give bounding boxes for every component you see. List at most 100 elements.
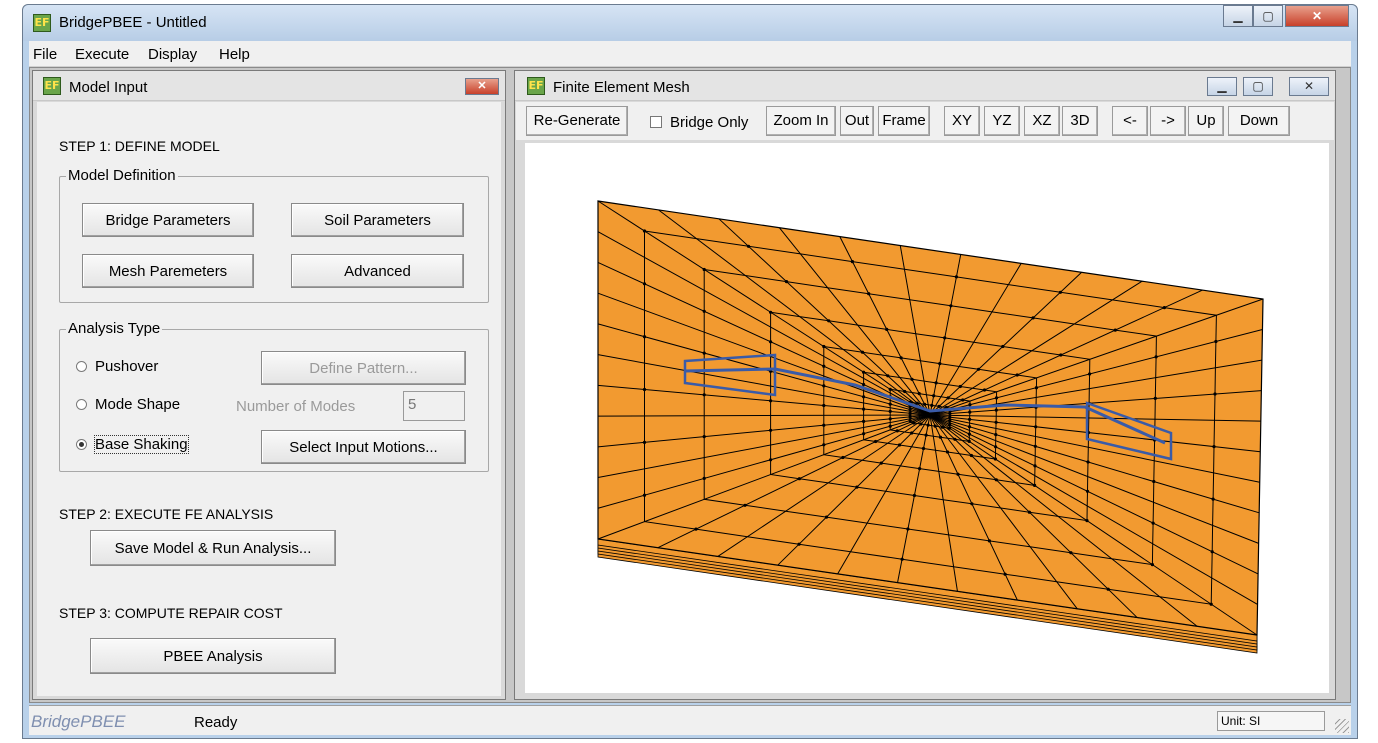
frame-button[interactable]: Frame	[878, 106, 930, 136]
menu-file[interactable]: File	[33, 46, 57, 63]
mesh-node	[930, 403, 934, 407]
radio-checked-icon	[76, 439, 87, 450]
pan-right-button[interactable]: ->	[1150, 106, 1186, 136]
base-shaking-radio[interactable]: Base Shaking	[76, 435, 189, 454]
mesh-node	[1034, 386, 1038, 390]
mesh-node	[967, 432, 971, 436]
number-of-modes-label: Number of Modes	[236, 398, 356, 415]
mesh-node	[968, 417, 972, 421]
mesh-node	[862, 432, 866, 436]
close-button[interactable]: ✕	[1285, 5, 1349, 27]
mesh-node	[642, 440, 647, 444]
model-input-title: Model Input	[69, 79, 148, 96]
mesh-node	[948, 415, 952, 419]
mesh-node	[862, 382, 866, 387]
radio-icon	[76, 361, 87, 372]
pbee-analysis-button[interactable]: PBEE Analysis	[90, 638, 336, 674]
select-input-motions-button[interactable]: Select Input Motions...	[261, 430, 466, 464]
mesh-node	[1152, 479, 1156, 484]
mesh-node	[918, 467, 922, 471]
maximize-icon: ▢	[1252, 79, 1264, 93]
mesh-node	[702, 435, 706, 439]
mesh-node	[862, 395, 866, 399]
window-title: BridgePBEE - Untitled	[59, 14, 207, 31]
pan-down-button[interactable]: Down	[1228, 106, 1290, 136]
view-3d-button[interactable]: 3D	[1062, 106, 1098, 136]
pan-up-button[interactable]: Up	[1188, 106, 1224, 136]
mesh-node	[1209, 602, 1213, 606]
mesh-node	[769, 399, 773, 403]
view-yz-button[interactable]: YZ	[984, 106, 1020, 136]
mesh-node	[968, 410, 972, 414]
advanced-button[interactable]: Advanced	[291, 254, 464, 288]
mesh-node	[1106, 587, 1110, 591]
menu-execute[interactable]: Execute	[75, 46, 129, 63]
mesh-node	[938, 435, 943, 439]
mesh-node	[746, 244, 751, 248]
bridge-only-checkbox[interactable]: Bridge Only	[650, 114, 748, 131]
mdi-client-area: EF Model Input ✕ STEP 1: DEFINE MODEL Mo…	[29, 67, 1351, 703]
mesh-node	[1212, 445, 1216, 449]
mesh-node	[915, 401, 919, 405]
mesh-node	[993, 457, 997, 461]
radio-icon	[76, 399, 87, 410]
mesh-close-button[interactable]: ✕	[1289, 77, 1329, 96]
base-shaking-label: Base Shaking	[94, 435, 189, 454]
pushover-radio[interactable]: Pushover	[76, 358, 158, 375]
mesh-canvas[interactable]	[525, 143, 1329, 693]
mode-shape-radio[interactable]: Mode Shape	[76, 396, 180, 413]
mesh-node	[797, 542, 801, 546]
mesh-parameters-button[interactable]: Mesh Paremeters	[82, 254, 254, 288]
view-xy-button[interactable]: XY	[944, 106, 980, 136]
zoom-in-button[interactable]: Zoom In	[766, 106, 836, 136]
mesh-node	[879, 461, 883, 465]
mesh-node	[769, 428, 773, 432]
mesh-node	[1113, 328, 1117, 332]
step1-label: STEP 1: DEFINE MODEL	[59, 138, 220, 154]
panel-close-button[interactable]: ✕	[465, 78, 499, 95]
view-xz-button[interactable]: XZ	[1024, 106, 1060, 136]
mesh-node	[702, 476, 706, 480]
model-definition-legend: Model Definition	[66, 167, 178, 184]
soil-parameters-button[interactable]: Soil Parameters	[291, 203, 464, 237]
minimize-button[interactable]: ▁	[1223, 5, 1253, 27]
resize-grip-icon[interactable]	[1335, 719, 1349, 733]
define-pattern-button[interactable]: Define Pattern...	[261, 351, 466, 385]
menu-help[interactable]: Help	[219, 46, 250, 63]
menu-display[interactable]: Display	[148, 46, 197, 63]
mesh-node	[822, 423, 826, 427]
maximize-icon: ▢	[1262, 9, 1274, 23]
regenerate-button[interactable]: Re-Generate	[526, 106, 628, 136]
mesh-node	[908, 415, 912, 419]
maximize-button[interactable]: ▢	[1253, 5, 1283, 27]
mesh-node	[906, 527, 910, 531]
title-bar: EF BridgePBEE - Untitled ▁ ▢ ✕	[23, 5, 1357, 41]
mesh-node	[1153, 396, 1157, 400]
model-input-panel: EF Model Input ✕ STEP 1: DEFINE MODEL Mo…	[32, 70, 506, 700]
zoom-out-button[interactable]: Out	[840, 106, 874, 136]
save-run-button[interactable]: Save Model & Run Analysis...	[90, 530, 336, 566]
number-of-modes-field[interactable]: 5	[403, 391, 465, 421]
mesh-node	[937, 404, 941, 408]
mesh-node	[940, 425, 944, 429]
mesh-maximize-button[interactable]: ▢	[1243, 77, 1273, 96]
mesh-node	[924, 433, 928, 437]
mesh-title: Finite Element Mesh	[553, 79, 690, 96]
checkbox-icon	[650, 116, 662, 128]
mesh-node	[822, 344, 826, 349]
mesh-node	[899, 356, 903, 360]
bridge-only-label: Bridge Only	[670, 114, 749, 131]
mesh-node	[895, 429, 899, 433]
mesh-node	[933, 424, 937, 428]
pan-left-button[interactable]: <-	[1112, 106, 1148, 136]
mesh-minimize-button[interactable]: ▁	[1207, 77, 1237, 96]
mesh-node	[862, 419, 866, 423]
mesh-node	[1033, 444, 1037, 448]
bridge-parameters-button[interactable]: Bridge Parameters	[82, 203, 254, 237]
bridgepbee-app-icon: EF	[33, 14, 51, 32]
mesh-node	[945, 450, 950, 454]
mesh-node	[1058, 290, 1062, 294]
mesh-node	[1069, 551, 1073, 555]
mesh-node	[822, 384, 826, 388]
mesh-node	[822, 364, 826, 368]
